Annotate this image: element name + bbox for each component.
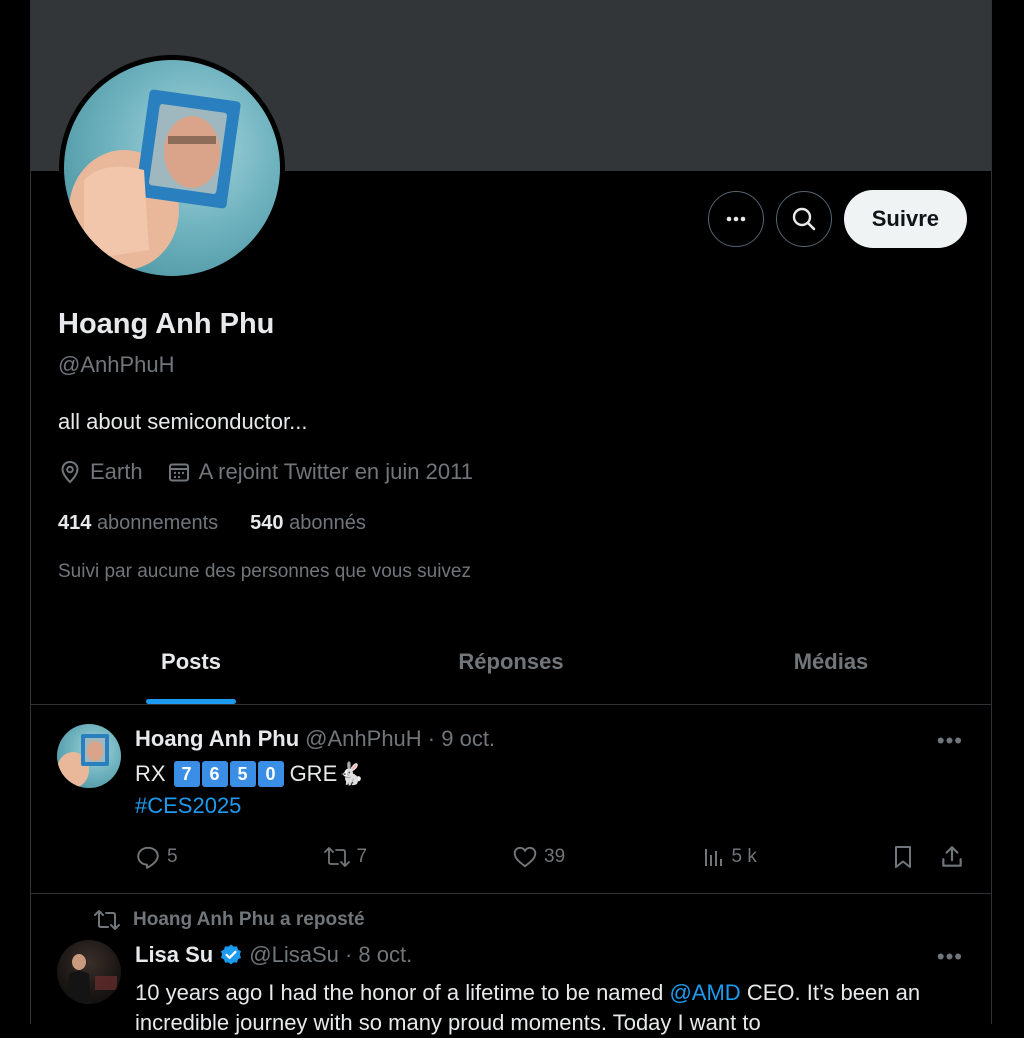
heart-icon	[513, 846, 537, 868]
keycap-digit: 0	[257, 761, 284, 787]
location-group: Earth	[58, 459, 143, 485]
avatar-image	[57, 734, 109, 788]
location-pin-icon	[61, 460, 79, 484]
joined-text: A rejoint Twitter en juin 2011	[198, 459, 473, 484]
avatar-image	[69, 89, 241, 270]
tweet-header: Lisa Su @LisaSu · 8 oct.	[135, 942, 412, 968]
avatar-image	[67, 954, 117, 1004]
tab-replies-label: Réponses	[458, 649, 564, 674]
tweet-text-before: 10 years ago I had the honor of a lifeti…	[135, 980, 670, 1005]
keycap-digit: 6	[201, 761, 228, 787]
profile-name: Hoang Anh Phu	[58, 308, 275, 340]
analytics-icon	[704, 849, 722, 866]
tweet-hashtag[interactable]: #CES2025	[135, 793, 241, 819]
following-count: 414	[58, 512, 92, 534]
tweet-more-icon[interactable]: •••	[937, 728, 963, 754]
tab-media[interactable]: Médias	[671, 620, 991, 704]
calendar-icon	[168, 463, 189, 482]
tweet-handle-date[interactable]: @AnhPhuH · 9 oct.	[305, 726, 495, 752]
repost-label[interactable]: Hoang Anh Phu a reposté	[133, 909, 365, 931]
tweet-secondary-actions	[891, 844, 965, 870]
like-count: 39	[544, 846, 566, 867]
reply-count: 5	[167, 846, 178, 867]
tweet-avatar[interactable]	[57, 940, 121, 1004]
profile-tabs: Posts Réponses Médias	[31, 620, 991, 705]
tweet-more-icon[interactable]: •••	[937, 944, 963, 970]
tab-posts[interactable]: Posts	[31, 620, 351, 704]
profile-actions: Suivre	[707, 190, 967, 248]
repost-icon	[94, 910, 120, 930]
more-options-button[interactable]	[707, 191, 764, 247]
views-count: 5 k	[731, 846, 757, 867]
repost-indicator: Hoang Anh Phu a reposté	[93, 908, 365, 932]
keycap-digit: 7	[173, 761, 200, 787]
verified-badge-icon	[221, 944, 242, 965]
bookmark-icon[interactable]	[891, 844, 915, 870]
profile-handle: @AnhPhuH	[58, 352, 175, 377]
profile-column: Suivre Hoang Anh Phu @AnhPhuH all about …	[30, 0, 992, 1035]
location-text: Earth	[90, 459, 143, 484]
tab-posts-label: Posts	[161, 649, 221, 674]
followed-by-text: Suivi par aucune des personnes que vous …	[58, 561, 471, 582]
tweet-actions: 5 7 39 5 k	[135, 844, 965, 870]
tab-media-label: Médias	[793, 649, 869, 674]
more-icon	[726, 216, 746, 222]
tweet-mention[interactable]: @AMD	[669, 980, 740, 1005]
profile-bio: all about semiconductor...	[58, 409, 308, 434]
tweet-author[interactable]: Hoang Anh Phu	[135, 726, 299, 752]
followers-count: 540	[250, 512, 284, 534]
tweet-text: 10 years ago I had the honor of a lifeti…	[135, 978, 975, 1038]
tweet-header: Hoang Anh Phu @AnhPhuH · 9 oct.	[135, 726, 495, 752]
followers-label: abonnés	[289, 512, 366, 534]
tweet-handle-date[interactable]: @LisaSu · 8 oct.	[249, 942, 412, 968]
like-button[interactable]: 39	[512, 844, 702, 870]
search-profile-button[interactable]	[775, 191, 832, 247]
profile-meta: Earth A rejoint Twitter en juin 2011	[58, 459, 487, 485]
tweet-avatar[interactable]	[57, 724, 121, 788]
tweet-text: RX 7 6 5 0 GRE🐇	[135, 761, 365, 787]
profile-avatar[interactable]	[64, 60, 280, 276]
followers-link[interactable]: 540 abonnés	[250, 512, 366, 535]
tweet-author[interactable]: Lisa Su	[135, 942, 213, 968]
repost-count: 7	[356, 846, 368, 867]
tab-replies[interactable]: Réponses	[351, 620, 671, 704]
tweet[interactable]: Hoang Anh Phu @AnhPhuH · 9 oct. ••• RX 7…	[31, 704, 991, 894]
keycap-digit: 5	[229, 761, 256, 787]
following-label: abonnements	[96, 512, 219, 534]
repost-button[interactable]: 7	[323, 844, 513, 870]
keycap-digits: 7 6 5 0	[173, 761, 286, 787]
tweet-text-suffix: GRE🐇	[289, 761, 365, 786]
repost-icon	[323, 847, 350, 867]
follow-button[interactable]: Suivre	[843, 190, 967, 248]
tweet-text-prefix: RX	[135, 761, 166, 786]
search-icon	[792, 207, 816, 231]
joined-group: A rejoint Twitter en juin 2011	[167, 459, 473, 485]
tweet[interactable]: Hoang Anh Phu a reposté Lisa Su @LisaSu …	[31, 894, 991, 1035]
reply-button[interactable]: 5	[135, 844, 323, 870]
views-button[interactable]: 5 k	[702, 845, 892, 869]
following-link[interactable]: 414 abonnements	[58, 512, 218, 535]
profile-avatar-ring	[59, 55, 285, 281]
reply-icon	[137, 846, 159, 869]
follow-stats: 414 abonnements 540 abonnés	[58, 512, 366, 535]
share-icon[interactable]	[939, 844, 965, 870]
